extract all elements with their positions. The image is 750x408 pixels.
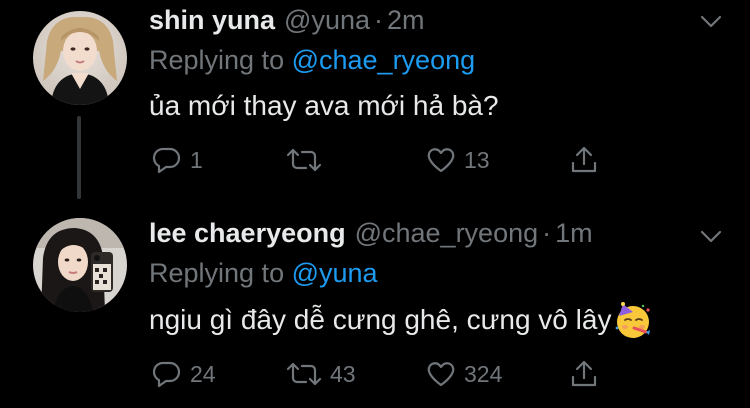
user-handle[interactable]: @yuna (284, 5, 370, 36)
replying-to-line: Replying to @chae_ryeong (149, 45, 475, 76)
display-name[interactable]: shin yuna (149, 5, 275, 36)
reply-icon (152, 147, 181, 174)
retweet-button[interactable]: 43 (286, 357, 356, 391)
thread-connector (77, 116, 81, 199)
reply-count: 24 (190, 360, 216, 387)
mention-link[interactable]: @chae_ryeong (292, 45, 476, 75)
timestamp[interactable]: 2m (387, 5, 425, 36)
like-icon (427, 362, 455, 387)
tweet-header: lee chaeryeong @chae_ryeong · 1m (149, 218, 593, 252)
tweet-body: ủa mới thay ava mới hả bà? (149, 90, 499, 121)
mention-link[interactable]: @yuna (292, 258, 378, 288)
like-button[interactable]: 13 (426, 143, 490, 177)
chevron-down-icon[interactable] (700, 15, 722, 29)
retweet-icon (286, 148, 322, 172)
avatar-image (33, 11, 127, 105)
retweet-icon (286, 362, 322, 386)
reply-button[interactable]: 1 (152, 143, 203, 177)
reply-count: 1 (190, 146, 203, 173)
tweet-header: shin yuna @yuna · 2m (149, 5, 425, 39)
replying-to-label: Replying to (149, 45, 292, 75)
action-bar: 1 13 (152, 143, 612, 177)
separator-dot: · (374, 5, 383, 35)
share-icon (571, 146, 597, 173)
avatar[interactable] (33, 218, 127, 312)
like-button[interactable]: 324 (426, 357, 502, 391)
separator-dot: · (542, 218, 552, 248)
like-icon (427, 148, 455, 173)
avatar-image (33, 218, 127, 312)
tweet[interactable]: shin yuna @yuna · 2m Replying to @chae_r… (0, 0, 750, 205)
display-name[interactable]: lee chaeryeong (149, 218, 346, 249)
like-count: 324 (464, 360, 503, 387)
partying-face-icon (616, 302, 651, 338)
retweet-button[interactable] (286, 143, 330, 177)
like-count: 13 (464, 146, 490, 173)
avatar[interactable] (33, 11, 127, 105)
tweet-text: ngiu gì đây dễ cưng ghê, cưng vô lây (149, 300, 653, 340)
replying-to-line: Replying to @yuna (149, 258, 378, 289)
share-icon (571, 360, 597, 387)
user-handle[interactable]: @chae_ryeong (355, 218, 539, 249)
chevron-down-icon[interactable] (700, 230, 722, 244)
retweet-count: 43 (330, 360, 356, 387)
reply-icon (152, 361, 181, 388)
tweet-text: ủa mới thay ava mới hả bà? (149, 90, 499, 122)
action-bar: 24 43 324 (152, 357, 612, 391)
share-button[interactable] (570, 357, 598, 391)
reply-button[interactable]: 24 (152, 357, 216, 391)
replying-to-label: Replying to (149, 258, 292, 288)
timestamp[interactable]: 1m (555, 218, 593, 249)
share-button[interactable] (570, 143, 598, 177)
tweet[interactable]: lee chaeryeong @chae_ryeong · 1m Replyin… (0, 205, 750, 408)
tweet-body: ngiu gì đây dễ cưng ghê, cưng vô lây (149, 304, 612, 335)
